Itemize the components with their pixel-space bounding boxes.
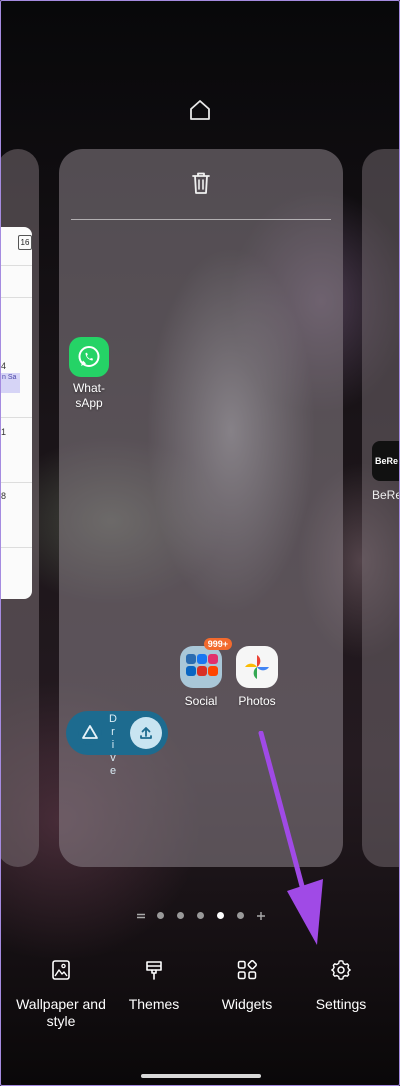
page-dot[interactable]: [157, 912, 164, 919]
widgets-icon: [237, 960, 257, 980]
calendar-day: 8: [1, 491, 7, 501]
calendar-date-badge: 16: [18, 235, 32, 250]
whatsapp-icon: [69, 337, 109, 377]
calendar-event: n Sa: [1, 373, 20, 393]
drive-label: D r i v e: [109, 713, 117, 777]
whatsapp-label: What- sApp: [72, 381, 105, 410]
google-photos-icon: [236, 646, 278, 688]
wallpaper-and-style-button[interactable]: Wallpaper and style: [11, 959, 111, 1030]
wallpaper-label: Wallpaper and style: [16, 996, 106, 1029]
gear-icon: [331, 960, 351, 980]
app-whatsapp[interactable]: What- sApp: [65, 337, 113, 411]
gesture-navigation-bar[interactable]: [141, 1074, 261, 1078]
page-dot[interactable]: [237, 912, 244, 919]
home-edit-screen: 16 4 n Sa 1 8 BeRe BeRe What- sApp 999+ …: [0, 0, 400, 1086]
right-page-preview[interactable]: [362, 149, 399, 867]
themes-label: Themes: [128, 996, 180, 1012]
notification-badge: 999+: [203, 638, 232, 650]
widgets-label: Widgets: [221, 996, 273, 1012]
bereal-app-icon[interactable]: BeRe: [372, 441, 399, 481]
social-folder-icon: 999+: [180, 638, 232, 688]
menu-lines-icon: [137, 913, 145, 919]
bereal-app-label: BeRe: [372, 488, 400, 502]
app-photos[interactable]: Photos: [231, 646, 283, 709]
calendar-day: 1: [1, 427, 7, 437]
upload-button[interactable]: [130, 717, 162, 749]
social-label: Social: [184, 694, 218, 708]
wallpaper-icon: [52, 960, 70, 980]
page-divider: [71, 219, 331, 220]
settings-button[interactable]: Settings: [291, 959, 391, 1013]
page-dot-active[interactable]: [217, 912, 224, 919]
annotation-arrow: [258, 731, 323, 945]
page-dot[interactable]: [177, 912, 184, 919]
photos-label: Photos: [238, 694, 276, 708]
drive-triangle-icon: [78, 721, 102, 745]
drive-widget[interactable]: D r i v e: [66, 711, 168, 777]
home-icon[interactable]: [187, 97, 213, 123]
trash-icon[interactable]: [190, 171, 212, 195]
app-social-folder[interactable]: 999+ Social: [175, 638, 232, 709]
calendar-day: 4: [1, 361, 7, 371]
themes-button[interactable]: Themes: [104, 959, 204, 1013]
widgets-button[interactable]: Widgets: [197, 959, 297, 1013]
calendar-widget: 16 4 n Sa 1 8: [1, 227, 32, 599]
upload-icon: [140, 727, 152, 739]
page-dot[interactable]: [197, 912, 204, 919]
settings-label: Settings: [315, 996, 367, 1012]
brush-icon: [146, 961, 162, 980]
